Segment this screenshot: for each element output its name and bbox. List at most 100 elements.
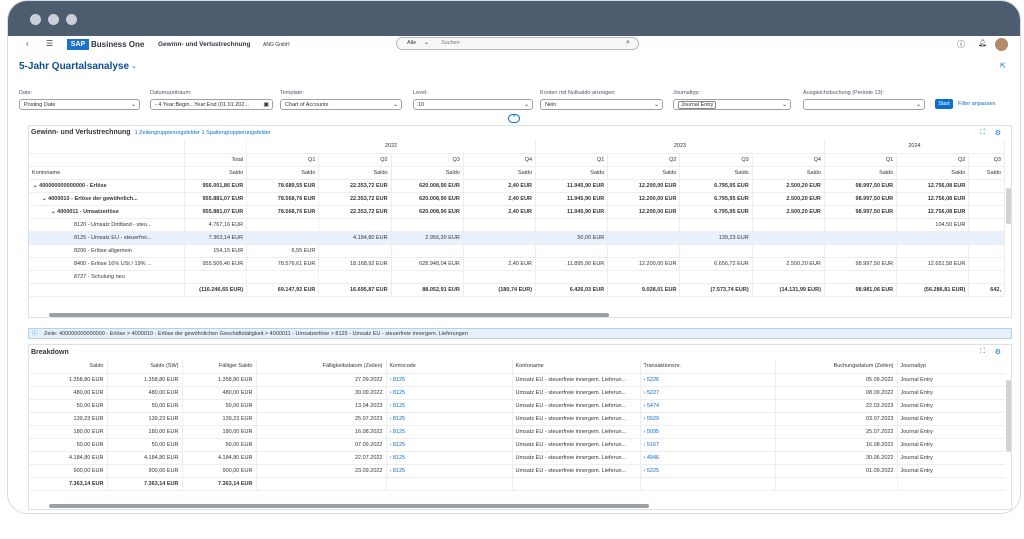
table-row[interactable]: ⌄ 4000011 - Umsatzerlöse 955.881,07 EUR 78… (29, 205, 1005, 219)
breakdown-cell: Umsatz EU - steuerfreie innergem. Liefer… (512, 373, 641, 387)
start-button[interactable]: Start (935, 99, 953, 109)
chevron-down-icon[interactable]: ⌄ (131, 100, 136, 110)
filter-select[interactable]: 10 ⌄ (413, 99, 533, 110)
breakdown-panel: Breakdown ⛶ ⚙ Saldo Saldo (SW) Fälliger Sa… (28, 344, 1012, 510)
horizontal-scrollbar[interactable] (49, 504, 649, 508)
breakdown-cell[interactable]: › 8125 (386, 386, 513, 400)
column-header[interactable]: Saldo (29, 360, 108, 374)
avatar[interactable] (995, 38, 1008, 51)
search-icon[interactable]: ⌕ (626, 39, 630, 47)
breakdown-cell[interactable]: › 5095 (640, 425, 776, 439)
table-row[interactable]: 8400 - Erlöse 16% USt / 19% ... 955.506,4… (29, 257, 1005, 271)
breakdown-cell[interactable]: › 8125 (386, 412, 513, 426)
table-row[interactable]: 4.184,80 EUR 4.184,80 EUR 4.184,80 EUR 22.0… (29, 451, 1005, 465)
search-input[interactable]: Suchen (441, 40, 460, 46)
table-row[interactable]: 139,23 EUR 139,23 EUR 139,23 EUR 25.07.2023… (29, 412, 1005, 426)
column-header[interactable]: Kontoname (512, 360, 641, 374)
breakdown-cell[interactable]: › 5474 (640, 399, 776, 413)
breakdown-cell[interactable]: › 5227 (640, 386, 776, 400)
value-cell: 12.200,00 EUR (607, 205, 681, 219)
adapt-filters-link[interactable]: Filter anpassen (958, 101, 996, 107)
breakdown-cell[interactable]: › 8125 (386, 464, 513, 478)
value-cell: 6.656,72 EUR (679, 257, 753, 271)
table-row[interactable]: 480,00 EUR 480,00 EUR 480,00 EUR 30.09.2022… (29, 386, 1005, 400)
calendar-icon[interactable]: ▣ (263, 100, 269, 110)
table-row[interactable]: 8120 - Umsatz Drittland - steu... 4.767,1… (29, 218, 1005, 232)
menu-icon[interactable]: ☰ (46, 39, 53, 48)
breakdown-cell[interactable]: › 8125 (386, 425, 513, 439)
search-scope[interactable]: Alle (407, 40, 416, 46)
value-cell (968, 218, 1005, 232)
settings-icon[interactable]: ⚙ (995, 348, 1001, 356)
breakdown-cell[interactable]: › 8125 (386, 438, 513, 452)
filter-select[interactable]: Posting Date ⌄ (19, 99, 140, 110)
breakdown-cell[interactable]: › 8125 (386, 399, 513, 413)
saldo-header: Saldo (318, 166, 392, 180)
header-cell (184, 140, 248, 154)
vertical-scrollbar[interactable] (1006, 380, 1011, 452)
table-row[interactable]: 900,00 EUR 900,00 EUR 900,00 EUR 23.09.2022… (29, 464, 1005, 478)
table-row[interactable]: 8727 - Schulung neu (29, 270, 1005, 284)
column-header[interactable]: Buchungsdatum (Zeilen) (775, 360, 898, 374)
column-header[interactable]: Kontocode (386, 360, 513, 374)
table-row[interactable]: 8200 - Erlöse allgemein 154,15 EUR 6,55 EU… (29, 244, 1005, 258)
total-cell (256, 476, 387, 491)
filter-select[interactable]: Journal Entry ⌄ (673, 99, 791, 110)
filter-select[interactable]: ⌄ (803, 99, 925, 110)
breakdown-cell[interactable]: › 8125 (386, 373, 513, 387)
filter-label: Datumszeitraum: (150, 90, 192, 96)
table-row[interactable]: 1.358,80 EUR 1.358,80 EUR 1.358,80 EUR 27.0… (29, 373, 1005, 387)
cell-value: 8125 (392, 428, 406, 435)
chevron-down-icon[interactable]: ⌄ (131, 62, 137, 70)
expand-icon[interactable]: ⛶ (980, 348, 985, 356)
column-header[interactable]: Saldo (SW) (107, 360, 183, 374)
table-row[interactable]: 180,00 EUR 180,00 EUR 180,00 EUR 16.08.2022… (29, 425, 1005, 439)
breakdown-cell[interactable]: › 5226 (640, 373, 776, 387)
value-cell (824, 244, 898, 258)
table-row[interactable]: ⌄ 4000010 - Erlöse der gewöhnlich... 955.… (29, 192, 1005, 206)
column-header[interactable]: Journaltyp (897, 360, 1005, 374)
share-icon[interactable]: ⇱ (1000, 62, 1006, 70)
chevron-down-icon[interactable]: ⌄ (654, 100, 659, 110)
value-cell: 2,40 EUR (463, 179, 537, 193)
expand-icon[interactable]: ⛶ (980, 129, 985, 137)
breakdown-cell[interactable]: › 8125 (386, 451, 513, 465)
filter-select[interactable]: Nein ⌄ (540, 99, 663, 110)
back-icon[interactable]: ‹ (26, 39, 29, 48)
breakdown-cell[interactable]: › 5167 (640, 438, 776, 452)
column-header[interactable]: Fälliger Saldo (182, 360, 257, 374)
saldo-header: Saldo (607, 166, 681, 180)
chevron-down-icon[interactable]: ⌄ (916, 100, 921, 110)
chevron-down-icon[interactable]: ⌄ (424, 39, 429, 46)
cell-value: 480,00 EUR (148, 389, 179, 396)
global-search[interactable]: Alle ⌄ Suchen ⌕ (396, 37, 639, 50)
sap-logo: SAP (67, 39, 89, 50)
notification-icon[interactable]: 🔔︎ (978, 39, 987, 47)
table-row[interactable]: 50,00 EUR 50,00 EUR 50,00 EUR 13.04.2023 › 8… (29, 399, 1005, 413)
pl-grouping-link[interactable]: 1 Zeilengruppierungsfelder 1 Spaltengrup… (135, 130, 271, 136)
filter-select[interactable]: Chart of Accounts ⌄ (280, 99, 402, 110)
horizontal-scrollbar[interactable] (49, 313, 609, 317)
total-label (29, 282, 186, 297)
table-row[interactable]: 50,00 EUR 50,00 EUR 50,00 EUR 07.09.2022 › 8… (29, 438, 1005, 452)
column-header[interactable]: Transaktionsnr. (640, 360, 776, 374)
collapse-header-icon[interactable]: ^ (508, 114, 520, 123)
chevron-down-icon[interactable]: ⌄ (524, 100, 529, 110)
settings-icon[interactable]: ⚙ (995, 129, 1001, 137)
filter-select[interactable]: - 4 Year:Begin...Year:End (01.01.202... ▣ (150, 99, 273, 110)
help-icon[interactable]: ⓘ (957, 39, 965, 50)
cell-value: Journal Entry (900, 441, 933, 448)
vertical-scrollbar[interactable] (1006, 188, 1011, 224)
chevron-down-icon[interactable]: ⌄ (782, 100, 787, 110)
table-row[interactable]: 8125 - Umsatz EU - steuerfrei... 7.363,14… (29, 231, 1005, 245)
table-row[interactable]: ⌄ 400000000000000 - Erlöse 956.001,86 EUR… (29, 179, 1005, 193)
breakdown-cell[interactable]: › 4946 (640, 451, 776, 465)
breakdown-cell[interactable]: › 5529 (640, 412, 776, 426)
breakdown-cell: 16.08.2022 (775, 438, 898, 452)
cell-value: Journal Entry (900, 454, 933, 461)
column-header[interactable]: Fälligkeitsdatum (Zeilen) (256, 360, 387, 374)
breakdown-cell: 25.07.2023 (256, 412, 387, 426)
breakdown-cell[interactable]: › 5225 (640, 464, 776, 478)
value-cell: 98.997,50 EUR (824, 257, 898, 271)
chevron-down-icon[interactable]: ⌄ (393, 100, 398, 110)
